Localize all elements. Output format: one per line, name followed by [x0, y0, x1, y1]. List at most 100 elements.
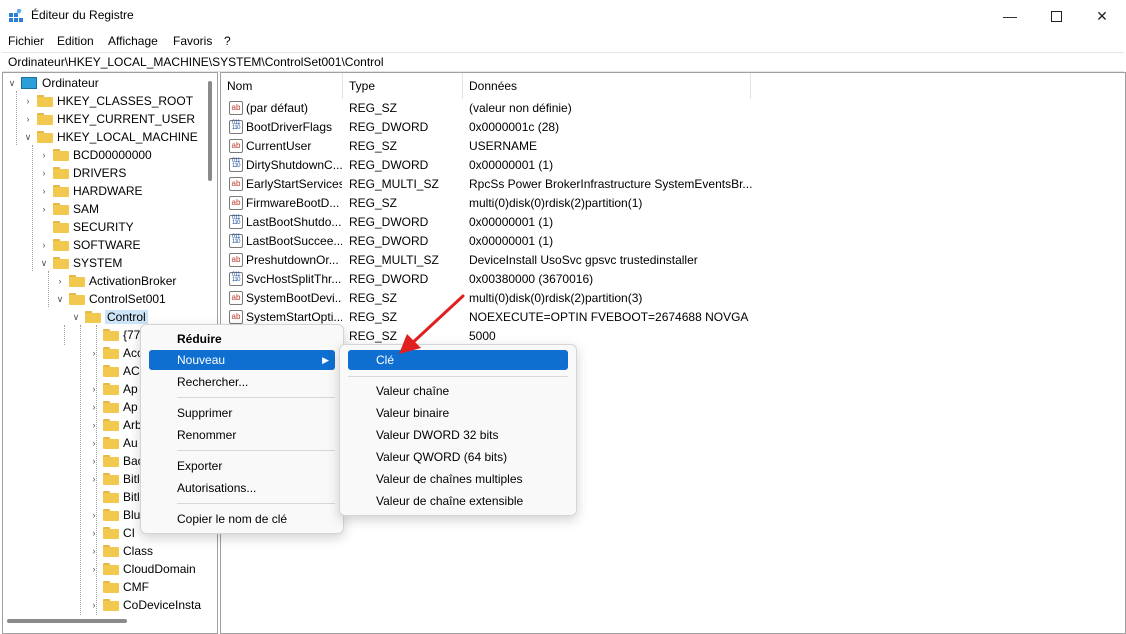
chevron-right-icon[interactable]: ›: [39, 204, 49, 214]
tree-horizontal-scrollbar-thumb[interactable]: [7, 619, 127, 623]
value-row[interactable]: 011 110 SvcHostSplitThr... REG_DWORD 0x0038…: [221, 270, 1121, 289]
tree-node-child[interactable]: › Bitl: [89, 470, 140, 488]
menu-edition[interactable]: Edition: [57, 34, 94, 48]
tree-node-child[interactable]: › CloudDomain: [89, 560, 196, 578]
menu-item-exporter[interactable]: Exporter: [149, 456, 335, 476]
value-row[interactable]: 011 110 LastBootSuccee... REG_DWORD 0x00000…: [221, 232, 1121, 251]
value-row[interactable]: 011 110 BootDriverFlags REG_DWORD 0x0000001…: [221, 118, 1121, 137]
submenu-item-valeur-binaire[interactable]: Valeur binaire: [348, 403, 568, 423]
chevron-right-icon[interactable]: ›: [39, 168, 49, 178]
tree-node-child[interactable]: › Bac: [89, 452, 144, 470]
chevron-right-icon[interactable]: ›: [89, 474, 99, 484]
chevron-down-icon[interactable]: ∨: [23, 132, 33, 142]
tree-node-child[interactable]: › Ap: [89, 398, 138, 416]
tree-node-child[interactable]: › CoDeviceInsta: [89, 596, 202, 614]
column-header-donnees[interactable]: Données: [463, 73, 751, 99]
tree-node-drivers[interactable]: › DRIVERS: [39, 164, 127, 182]
value-row[interactable]: ab EarlyStartServices REG_MULTI_SZ RpcSs Po…: [221, 175, 1121, 194]
tree-node-hkcr[interactable]: › HKEY_CLASSES_ROOT: [23, 92, 194, 110]
menu-item-copier-nom-cle[interactable]: Copier le nom de clé: [149, 509, 335, 529]
tree-node-activationbroker[interactable]: › ActivationBroker: [55, 272, 177, 290]
submenu-item-valeur-qword[interactable]: Valeur QWORD (64 bits): [348, 447, 568, 467]
menu-favoris[interactable]: Favoris: [173, 34, 212, 48]
value-row[interactable]: ab PreshutdownOr... REG_MULTI_SZ DeviceInst…: [221, 251, 1121, 270]
chevron-right-icon[interactable]: ›: [89, 600, 99, 610]
address-bar[interactable]: Ordinateur\HKEY_LOCAL_MACHINE\SYSTEM\Con…: [2, 52, 1124, 72]
chevron-right-icon[interactable]: ›: [89, 456, 99, 466]
menu-item-rechercher[interactable]: Rechercher...: [149, 372, 335, 392]
menu-item-nouveau[interactable]: Nouveau ▶: [149, 350, 335, 370]
chevron-right-icon[interactable]: ›: [89, 420, 99, 430]
chevron-right-icon[interactable]: ›: [89, 546, 99, 556]
menu-item-reduire[interactable]: Réduire: [149, 329, 335, 349]
value-name-cell: FirmwareBootD...: [246, 196, 340, 210]
address-path[interactable]: Ordinateur\HKEY_LOCAL_MACHINE\SYSTEM\Con…: [8, 55, 384, 69]
chevron-right-icon[interactable]: ›: [89, 528, 99, 538]
chevron-right-icon[interactable]: ›: [23, 96, 33, 106]
chevron-right-icon[interactable]: ›: [39, 150, 49, 160]
chevron-right-icon[interactable]: ›: [89, 348, 99, 358]
value-row[interactable]: ab SystemStartOpti... REG_SZ NOEXECUTE=OPT…: [221, 308, 1121, 327]
tree-node-hardware[interactable]: › HARDWARE: [39, 182, 143, 200]
tree-node-child[interactable]: › Arb: [89, 416, 142, 434]
chevron-down-icon[interactable]: ∨: [39, 258, 49, 268]
tree-node-child[interactable]: › Ap: [89, 380, 138, 398]
chevron-right-icon[interactable]: ›: [89, 402, 99, 412]
tree-node-hkcu[interactable]: › HKEY_CURRENT_USER: [23, 110, 196, 128]
submenu-item-chaines-multiples[interactable]: Valeur de chaînes multiples: [348, 469, 568, 489]
tree-node-bcd[interactable]: › BCD00000000: [39, 146, 152, 164]
menu-fichier[interactable]: Fichier: [8, 34, 44, 48]
column-header-nom[interactable]: Nom: [221, 73, 343, 99]
folder-icon: [103, 419, 119, 431]
tree-node-label: Ap: [123, 382, 138, 396]
tree-node-controlset001[interactable]: ∨ ControlSet001: [55, 290, 166, 308]
value-row[interactable]: ab SystemBootDevi... REG_SZ multi(0)disk(0)…: [221, 289, 1121, 308]
value-row[interactable]: ab (par défaut) REG_SZ (valeur non définie): [221, 99, 1121, 118]
tree-node-child[interactable]: {77: [103, 326, 140, 344]
chevron-right-icon[interactable]: ›: [39, 240, 49, 250]
scrollbar-thumb[interactable]: [208, 81, 212, 181]
tree-node-system[interactable]: ∨ SYSTEM: [39, 254, 123, 272]
tree-node-child[interactable]: › Au: [89, 434, 138, 452]
maximize-button[interactable]: [1033, 0, 1079, 32]
tree-node-security[interactable]: SECURITY: [39, 218, 134, 236]
menu-item-autorisations[interactable]: Autorisations...: [149, 478, 335, 498]
close-button[interactable]: ✕: [1079, 0, 1125, 32]
column-header-type[interactable]: Type: [343, 73, 463, 99]
tree-node-control[interactable]: ∨ Control: [71, 308, 148, 326]
tree-node-child[interactable]: › Blu: [89, 506, 141, 524]
tree-node-child[interactable]: › Class: [89, 542, 154, 560]
menu-item-renommer[interactable]: Renommer: [149, 425, 335, 445]
chevron-right-icon[interactable]: ›: [55, 276, 65, 286]
tree-node-sam[interactable]: › SAM: [39, 200, 100, 218]
chevron-right-icon[interactable]: ›: [89, 384, 99, 394]
value-row[interactable]: 011 110 LastBootShutdo... REG_DWORD 0x00000…: [221, 213, 1121, 232]
tree-node-child[interactable]: AC: [103, 362, 140, 380]
tree-node-child[interactable]: › Acc: [89, 344, 144, 362]
tree-node-child[interactable]: Bitl: [103, 488, 140, 506]
tree-node-child[interactable]: CMF: [103, 578, 149, 596]
menu-item-supprimer[interactable]: Supprimer: [149, 403, 335, 423]
chevron-down-icon[interactable]: ∨: [55, 294, 65, 304]
chevron-right-icon[interactable]: ›: [39, 186, 49, 196]
submenu-item-chaine-extensible[interactable]: Valeur de chaîne extensible: [348, 491, 568, 511]
submenu-item-valeur-dword[interactable]: Valeur DWORD 32 bits: [348, 425, 568, 445]
chevron-right-icon[interactable]: ›: [89, 510, 99, 520]
tree-node-software[interactable]: › SOFTWARE: [39, 236, 141, 254]
value-row[interactable]: 011 110 DirtyShutdownC... REG_DWORD 0x00000…: [221, 156, 1121, 175]
chevron-right-icon[interactable]: ›: [89, 564, 99, 574]
chevron-right-icon[interactable]: ›: [89, 438, 99, 448]
folder-icon: [103, 509, 119, 521]
chevron-right-icon[interactable]: ›: [23, 114, 33, 124]
chevron-down-icon[interactable]: ∨: [7, 78, 17, 88]
minimize-button[interactable]: —: [987, 0, 1033, 32]
submenu-item-valeur-chaine[interactable]: Valeur chaîne: [348, 381, 568, 401]
menu-help[interactable]: ?: [224, 34, 231, 48]
value-row[interactable]: ab CurrentUser REG_SZ USERNAME: [221, 137, 1121, 156]
tree-node-hklm[interactable]: ∨ HKEY_LOCAL_MACHINE: [23, 128, 198, 146]
tree-node-child[interactable]: › CI: [89, 524, 136, 542]
tree-node-ordinateur[interactable]: ∨ Ordinateur: [7, 74, 99, 92]
chevron-down-icon[interactable]: ∨: [71, 312, 81, 322]
value-row[interactable]: ab FirmwareBootD... REG_SZ multi(0)disk(0)r…: [221, 194, 1121, 213]
menu-affichage[interactable]: Affichage: [108, 34, 158, 48]
